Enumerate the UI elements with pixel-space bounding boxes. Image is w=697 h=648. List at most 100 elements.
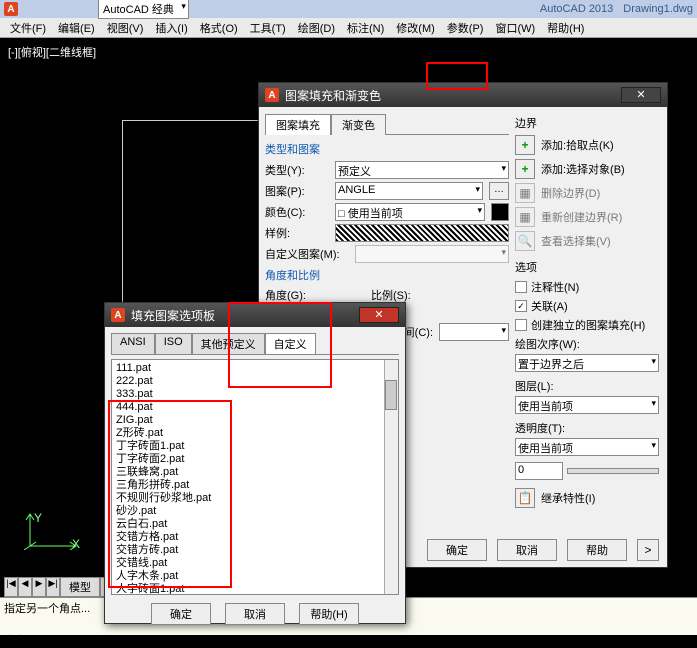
group-type-pattern: 类型和图案 <box>265 141 509 157</box>
associative-label: 关联(A) <box>531 298 568 314</box>
list-item[interactable]: 交错线.pat <box>116 557 394 570</box>
transparency-dropdown[interactable]: 使用当前项 <box>515 438 659 456</box>
palette-close-button[interactable]: ✕ <box>359 307 399 323</box>
angle-label: 角度(G): <box>265 287 329 303</box>
color-swatch[interactable] <box>491 203 509 221</box>
menu-format[interactable]: 格式(O) <box>194 18 244 38</box>
list-item[interactable]: 三联蜂窝.pat <box>116 466 394 479</box>
annotative-checkbox[interactable] <box>515 281 527 293</box>
menu-param[interactable]: 参数(P) <box>441 18 490 38</box>
menu-draw[interactable]: 绘图(D) <box>292 18 341 38</box>
layer-label: 图层(L): <box>515 378 659 394</box>
palette-tab-custom[interactable]: 自定义 <box>265 333 316 354</box>
type-label: 类型(Y): <box>265 162 329 178</box>
transparency-spinner[interactable]: 0 <box>515 462 563 480</box>
list-item[interactable]: 砂沙.pat <box>116 505 394 518</box>
ucs-icon: Y X <box>20 510 80 553</box>
options-title: 选项 <box>515 259 659 275</box>
list-item[interactable]: 人字砖面1.pat <box>116 583 394 595</box>
app-name: AutoCAD 2013 <box>540 3 613 15</box>
pattern-dropdown[interactable]: ANGLE <box>335 182 483 200</box>
tab-nav-first[interactable]: |◀ <box>4 577 18 597</box>
menu-insert[interactable]: 插入(I) <box>149 18 193 38</box>
view-selections-label: 查看选择集(V) <box>541 233 611 249</box>
recreate-boundary-label: 重新创建边界(R) <box>541 209 622 225</box>
pattern-browse-button[interactable]: … <box>489 182 509 200</box>
view-selections-icon: 🔍 <box>515 231 535 251</box>
close-button[interactable]: ✕ <box>621 87 661 103</box>
list-item[interactable]: 云白石.pat <box>116 518 394 531</box>
type-dropdown[interactable]: 预定义 <box>335 161 509 179</box>
palette-tab-other[interactable]: 其他预定义 <box>192 333 265 354</box>
menu-help[interactable]: 帮助(H) <box>541 18 590 38</box>
list-item[interactable]: 333.pat <box>116 388 394 401</box>
list-item[interactable]: 111.pat <box>116 362 394 375</box>
palette-list[interactable]: 111.pat 222.pat 333.pat 444.pat ZIG.pat … <box>111 359 399 595</box>
menu-view[interactable]: 视图(V) <box>101 18 150 38</box>
sample-swatch[interactable] <box>335 224 509 242</box>
acad-logo-icon: A <box>4 2 18 16</box>
list-item[interactable]: 交错方格.pat <box>116 531 394 544</box>
list-item[interactable]: Z形砖.pat <box>116 427 394 440</box>
menu-file[interactable]: 文件(F) <box>4 18 52 38</box>
tab-gradient[interactable]: 渐变色 <box>331 114 386 135</box>
menubar: 文件(F) 编辑(E) 视图(V) 插入(I) 格式(O) 工具(T) 绘图(D… <box>0 18 697 38</box>
palette-tab-ansi[interactable]: ANSI <box>111 333 155 354</box>
list-item[interactable]: 丁字砖面1.pat <box>116 440 394 453</box>
transparency-slider[interactable] <box>567 468 659 474</box>
menu-tools[interactable]: 工具(T) <box>244 18 292 38</box>
associative-checkbox[interactable]: ✓ <box>515 300 527 312</box>
draw-order-dropdown[interactable]: 置于边界之后 <box>515 354 659 372</box>
palette-title: 填充图案选项板 <box>131 307 215 324</box>
scale-label: 比例(S): <box>371 287 435 303</box>
transparency-label: 透明度(T): <box>515 420 659 436</box>
recreate-boundary-icon: ▦ <box>515 207 535 227</box>
list-item[interactable]: 人字木条.pat <box>116 570 394 583</box>
list-item[interactable]: 交错方砖.pat <box>116 544 394 557</box>
separate-checkbox[interactable] <box>515 319 527 331</box>
hatch-ok-button[interactable]: 确定 <box>427 539 487 561</box>
command-prompt: 命令: <box>4 632 693 648</box>
select-objects-icon[interactable]: + <box>515 159 535 179</box>
list-item[interactable]: 三角形拼砖.pat <box>116 479 394 492</box>
layer-dropdown[interactable]: 使用当前项 <box>515 396 659 414</box>
palette-scrollbar[interactable] <box>384 360 398 594</box>
hatch-help-button[interactable]: 帮助 <box>567 539 627 561</box>
palette-help-button[interactable]: 帮助(H) <box>299 603 359 625</box>
spacing-dropdown[interactable] <box>439 323 509 341</box>
inherit-props-icon[interactable]: 📋 <box>515 488 535 508</box>
hatch-dialog-titlebar[interactable]: A 图案填充和渐变色 ✕ <box>259 83 667 107</box>
menu-dim[interactable]: 标注(N) <box>341 18 390 38</box>
menu-window[interactable]: 窗口(W) <box>489 18 541 38</box>
dialog-icon: A <box>111 308 125 322</box>
tab-nav-next[interactable]: ▶ <box>32 577 46 597</box>
view-label: [-][俯视][二维线框] <box>8 44 96 60</box>
pick-points-label[interactable]: 添加:拾取点(K) <box>541 137 614 153</box>
inherit-props-label[interactable]: 继承特性(I) <box>541 490 595 506</box>
separate-label: 创建独立的图案填充(H) <box>531 317 645 333</box>
hatch-expand-button[interactable]: > <box>637 539 659 561</box>
palette-titlebar[interactable]: A 填充图案选项板 ✕ <box>105 303 405 327</box>
tab-nav-last[interactable]: ▶| <box>46 577 60 597</box>
hatch-cancel-button[interactable]: 取消 <box>497 539 557 561</box>
list-item[interactable]: 不规则行砂浆地.pat <box>116 492 394 505</box>
color-label: 颜色(C): <box>265 204 329 220</box>
pick-points-icon[interactable]: + <box>515 135 535 155</box>
list-item[interactable]: 222.pat <box>116 375 394 388</box>
layout-tab-model[interactable]: 模型 <box>60 577 100 597</box>
hatch-dialog-title: 图案填充和渐变色 <box>285 87 381 104</box>
tab-hatch[interactable]: 图案填充 <box>265 114 331 135</box>
color-dropdown[interactable]: □ 使用当前项 <box>335 203 485 221</box>
list-item[interactable]: 444.pat <box>116 401 394 414</box>
palette-ok-button[interactable]: 确定 <box>151 603 211 625</box>
annotative-label: 注释性(N) <box>531 279 579 295</box>
menu-modify[interactable]: 修改(M) <box>390 18 441 38</box>
select-objects-label[interactable]: 添加:选择对象(B) <box>541 161 625 177</box>
tab-nav-prev[interactable]: ◀ <box>18 577 32 597</box>
menu-edit[interactable]: 编辑(E) <box>52 18 101 38</box>
list-item[interactable]: 丁字砖面2.pat <box>116 453 394 466</box>
palette-tab-iso[interactable]: ISO <box>155 333 192 354</box>
list-item[interactable]: ZIG.pat <box>116 414 394 427</box>
workspace-dropdown[interactable]: AutoCAD 经典 <box>98 0 189 19</box>
palette-cancel-button[interactable]: 取消 <box>225 603 285 625</box>
